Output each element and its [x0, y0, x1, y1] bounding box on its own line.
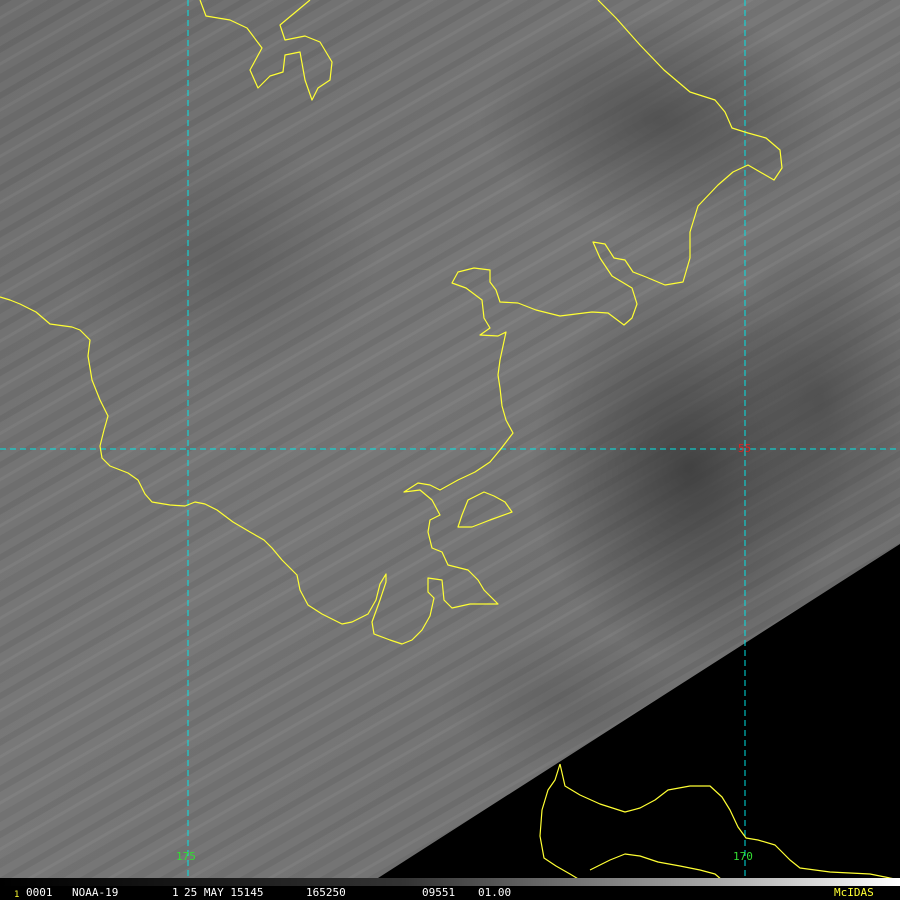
band-number: 1: [172, 886, 179, 899]
lon-label-175: 175: [176, 850, 196, 863]
frame-number: 1: [14, 890, 19, 900]
brand-label: McIDAS: [834, 886, 874, 899]
image-date: 25 MAY 15145: [184, 886, 263, 899]
image-center: 09551: [422, 886, 455, 899]
map-frame: 175 170 55 1 0001 NOAA-19 1 25 MAY 15145…: [0, 0, 900, 900]
satellite-image: 175 170 55 1 0001 NOAA-19 1 25 MAY 15145…: [0, 0, 900, 900]
satellite-name: NOAA-19: [72, 886, 118, 899]
lon-label-170: 170: [733, 850, 753, 863]
lat-label-55: 55: [738, 442, 751, 455]
image-res: 01.00: [478, 886, 511, 899]
frame-id: 0001: [26, 886, 53, 899]
image-time: 165250: [306, 886, 346, 899]
status-bar: 1 0001 NOAA-19 1 25 MAY 15145 165250 095…: [0, 878, 900, 900]
